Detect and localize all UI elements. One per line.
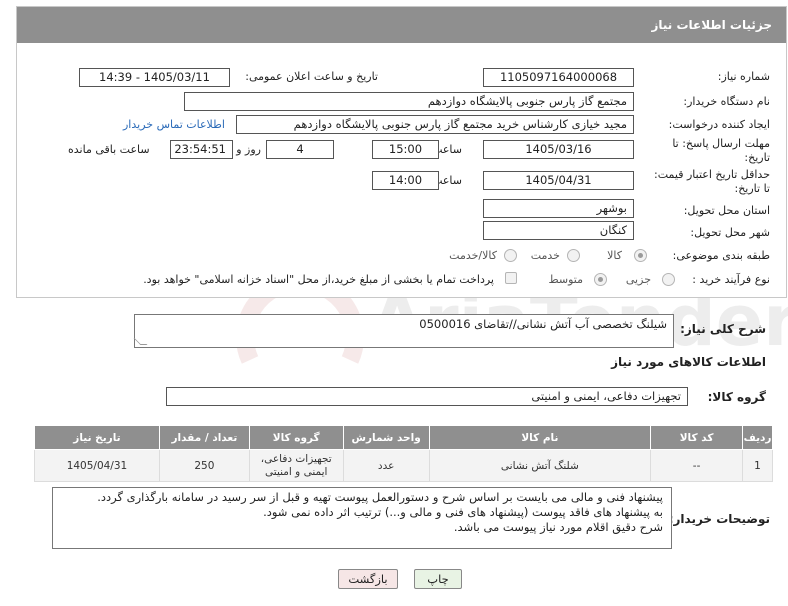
col-group: گروه کالا	[248, 425, 344, 450]
back-button[interactable]: بازگشت	[338, 569, 398, 589]
reply-deadline-date-field[interactable]: 1405/03/16	[483, 140, 634, 159]
goods-section-title: اطلاعات کالاهای مورد نیاز	[611, 355, 766, 369]
price-validity-date-field[interactable]: 1405/04/31	[483, 171, 634, 190]
cell-code: --	[650, 449, 744, 482]
province-label: استان محل تحویل:	[683, 204, 770, 217]
days-remaining-field[interactable]: 4	[266, 140, 334, 159]
price-validity-label-2: تا تاریخ:	[734, 182, 770, 195]
process-partial-label: جزیی	[625, 273, 651, 286]
description-text: شیلنگ تخصصی آب آتش نشانی//تقاضای 0500016	[419, 317, 667, 331]
buyer-notes-label: توضیحات خریدار:	[668, 512, 770, 526]
process-label: نوع فرآیند خرید :	[692, 273, 770, 286]
col-qty: تعداد / مقدار	[158, 425, 250, 450]
days-label: روز و	[236, 143, 261, 156]
category-goods-radio[interactable]	[634, 249, 647, 262]
table-row[interactable]: 1 -- شلنگ آتش نشانی عدد تجهیزات دفاعی، ا…	[34, 449, 773, 482]
treasury-payment-checkbox[interactable]	[505, 272, 517, 284]
goods-table: ردیف کد کالا نام کالا واحد شمارش گروه کا…	[34, 425, 773, 482]
need-number-field[interactable]: 1105097164000068	[483, 68, 634, 87]
col-date: تاریخ نیاز	[34, 425, 160, 450]
col-row: ردیف	[742, 425, 773, 450]
category-service-label: خدمت	[530, 249, 560, 262]
description-label: شرح کلی نیاز:	[680, 322, 766, 336]
city-field[interactable]: کنگان	[483, 221, 634, 240]
category-goods-label: کالا	[607, 249, 622, 262]
buyer-contact-link[interactable]: اطلاعات تماس خریدار	[123, 118, 225, 131]
category-both-radio[interactable]	[504, 249, 517, 262]
buyer-org-field[interactable]: مجتمع گاز پارس جنوبی پالایشگاه دوازدهم	[184, 92, 634, 111]
requester-field[interactable]: مجید خیازی کارشناس خرید مجتمع گاز پارس ج…	[236, 115, 634, 134]
reply-deadline-time-field[interactable]: 15:00	[372, 140, 439, 159]
requester-label: ایجاد کننده درخواست:	[668, 118, 770, 131]
time-remaining-field[interactable]: 23:54:51	[170, 140, 233, 159]
cell-row: 1	[742, 449, 773, 482]
cell-unit: عدد	[342, 449, 430, 482]
process-partial-radio[interactable]	[662, 273, 675, 286]
resize-handle-icon[interactable]	[133, 338, 148, 345]
goods-table-header: ردیف کد کالا نام کالا واحد شمارش گروه کا…	[34, 425, 773, 450]
price-validity-label-1: حداقل تاریخ اعتبار قیمت:	[654, 168, 770, 181]
buyer-notes-field[interactable]: پیشنهاد فنی و مالی می بایست بر اساس شرح …	[52, 487, 672, 549]
process-medium-label: متوسط	[548, 273, 583, 286]
cell-qty: 250	[158, 449, 250, 482]
time-remaining-label: ساعت باقی مانده	[68, 143, 150, 156]
need-number-label: شماره نیاز:	[717, 70, 770, 83]
cell-name: شلنگ آتش نشانی	[428, 449, 652, 482]
treasury-payment-note: پرداخت تمام یا بخشی از مبلغ خرید،از محل …	[143, 273, 494, 286]
category-service-radio[interactable]	[567, 249, 580, 262]
col-code: کد کالا	[650, 425, 744, 450]
description-field[interactable]: شیلنگ تخصصی آب آتش نشانی//تقاضای 0500016	[133, 314, 674, 348]
category-both-label: کالا/خدمت	[449, 249, 497, 262]
city-label: شهر محل تحویل:	[690, 226, 770, 239]
price-validity-time-field[interactable]: 14:00	[372, 171, 439, 190]
print-button[interactable]: چاپ	[414, 569, 462, 589]
goods-group-label: گروه کالا:	[707, 390, 766, 404]
buyer-org-label: نام دستگاه خریدار:	[683, 95, 770, 108]
process-medium-radio[interactable]	[594, 273, 607, 286]
cell-group: تجهیزات دفاعی، ایمنی و امنیتی	[248, 449, 344, 482]
col-unit: واحد شمارش	[342, 425, 430, 450]
announce-datetime-label: تاریخ و ساعت اعلان عمومی:	[245, 70, 378, 83]
goods-group-field[interactable]: تجهیزات دفاعی، ایمنی و امنیتی	[166, 387, 688, 406]
cell-date: 1405/04/31	[34, 449, 160, 482]
reply-deadline-label-1: مهلت ارسال پاسخ: تا	[672, 137, 770, 150]
category-label: طبقه بندی موضوعی:	[672, 249, 770, 262]
province-field[interactable]: بوشهر	[483, 199, 634, 218]
announce-datetime-field[interactable]: 1405/03/11 - 14:39	[79, 68, 230, 87]
panel-title: جزئیات اطلاعات نیاز	[17, 7, 786, 43]
col-name: نام کالا	[428, 425, 652, 450]
reply-deadline-label-2: تاریخ:	[744, 151, 770, 164]
